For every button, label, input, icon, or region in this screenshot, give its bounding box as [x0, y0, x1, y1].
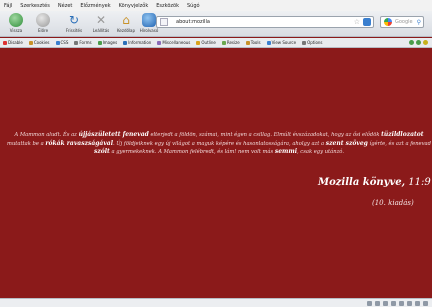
reload-icon: ↻	[68, 13, 80, 27]
devbar-images[interactable]: Images	[97, 40, 117, 45]
web-developer-toolbar: Disable Cookies CSS Forms Images Informa…	[0, 38, 432, 48]
menu-bookmarks[interactable]: Könyvjelzők	[119, 3, 149, 9]
forms-icon	[74, 40, 79, 45]
devbar-forms[interactable]: Forms	[74, 40, 92, 45]
page-icon	[160, 18, 168, 26]
browser-window: Fájl Szerkesztés Nézet Előzmények Könyvj…	[0, 0, 432, 307]
home-button[interactable]: ⌂ Kezdőlap	[114, 13, 138, 35]
status-icon-4[interactable]	[391, 300, 396, 306]
back-arrow-icon	[9, 13, 23, 27]
status-icon-8[interactable]	[423, 300, 428, 306]
devbar-outline[interactable]: Outline	[196, 40, 216, 45]
menu-bar: Fájl Szerkesztés Nézet Előzmények Könyvj…	[0, 0, 432, 11]
quote-source: Mozilla könyve, 11:9	[318, 177, 431, 188]
outline-icon	[196, 40, 201, 45]
images-icon	[97, 40, 102, 45]
menu-tools[interactable]: Eszközök	[156, 3, 179, 9]
devbar-cookies[interactable]: Cookies	[28, 40, 50, 45]
disable-icon	[3, 40, 7, 45]
devbar-tools[interactable]: Tools	[245, 40, 261, 45]
validation-ok-icon[interactable]	[409, 40, 414, 45]
search-input[interactable]: Google	[395, 19, 413, 25]
reload-button[interactable]: ↻ Frissítés	[62, 13, 86, 35]
stop-icon: ✕	[95, 13, 107, 27]
devbar-view-source[interactable]: View Source	[266, 40, 296, 45]
status-icon-5[interactable]	[399, 300, 404, 306]
feed-icon	[142, 13, 156, 27]
menu-edit[interactable]: Szerkesztés	[20, 3, 50, 9]
status-icon-1[interactable]	[367, 300, 372, 306]
status-icon-7[interactable]	[415, 300, 420, 306]
status-icon-6[interactable]	[407, 300, 412, 306]
star-icon[interactable]: ☆	[354, 18, 360, 26]
devbar-resize[interactable]: Resize	[221, 40, 240, 45]
options-icon	[302, 40, 307, 45]
forward-button[interactable]: Előre	[31, 13, 55, 35]
devbar-status-icons	[409, 40, 428, 45]
css-icon	[55, 40, 60, 45]
misc-icon	[157, 40, 162, 45]
info-icon	[123, 40, 128, 45]
address-bar[interactable]: about:mozilla ☆	[156, 16, 374, 28]
css-ok-icon[interactable]	[416, 40, 421, 45]
stop-button[interactable]: ✕ Leállítás	[89, 13, 113, 35]
menu-history[interactable]: Előzmények	[80, 3, 110, 9]
view-source-icon	[266, 40, 271, 45]
js-status-icon[interactable]	[423, 40, 428, 45]
devbar-information[interactable]: Information	[123, 40, 151, 45]
book-of-mozilla-quote: A Mammon aludt. És az újjászületett fene…	[7, 131, 431, 156]
resize-icon	[221, 40, 226, 45]
search-box[interactable]: Google ⚲	[380, 16, 424, 28]
go-icon[interactable]	[363, 18, 371, 26]
menu-view[interactable]: Nézet	[58, 3, 72, 9]
back-button[interactable]: Vissza	[4, 13, 28, 35]
page-content: A Mammon aludt. És az újjászületett fene…	[0, 49, 432, 298]
forward-arrow-icon	[36, 13, 50, 27]
status-bar	[0, 298, 432, 307]
devbar-miscellaneous[interactable]: Miscellaneous	[157, 40, 190, 45]
navigation-toolbar: Vissza Előre ↻ Frissítés ✕ Leállítás ⌂ K…	[0, 11, 432, 37]
address-value[interactable]: about:mozilla	[176, 19, 354, 25]
status-icon-2[interactable]	[375, 300, 380, 306]
menu-file[interactable]: Fájl	[4, 3, 12, 9]
home-icon: ⌂	[122, 13, 130, 27]
menu-help[interactable]: Súgó	[187, 3, 200, 9]
google-icon[interactable]	[384, 18, 392, 26]
edition-note: (10. kiadás)	[372, 199, 414, 207]
tools-icon	[245, 40, 250, 45]
devbar-css[interactable]: CSS	[55, 40, 68, 45]
status-icon-3[interactable]	[383, 300, 388, 306]
search-icon[interactable]: ⚲	[417, 19, 421, 26]
cookie-icon	[28, 40, 33, 45]
devbar-disable[interactable]: Disable	[3, 40, 23, 45]
devbar-options[interactable]: Options	[302, 40, 323, 45]
